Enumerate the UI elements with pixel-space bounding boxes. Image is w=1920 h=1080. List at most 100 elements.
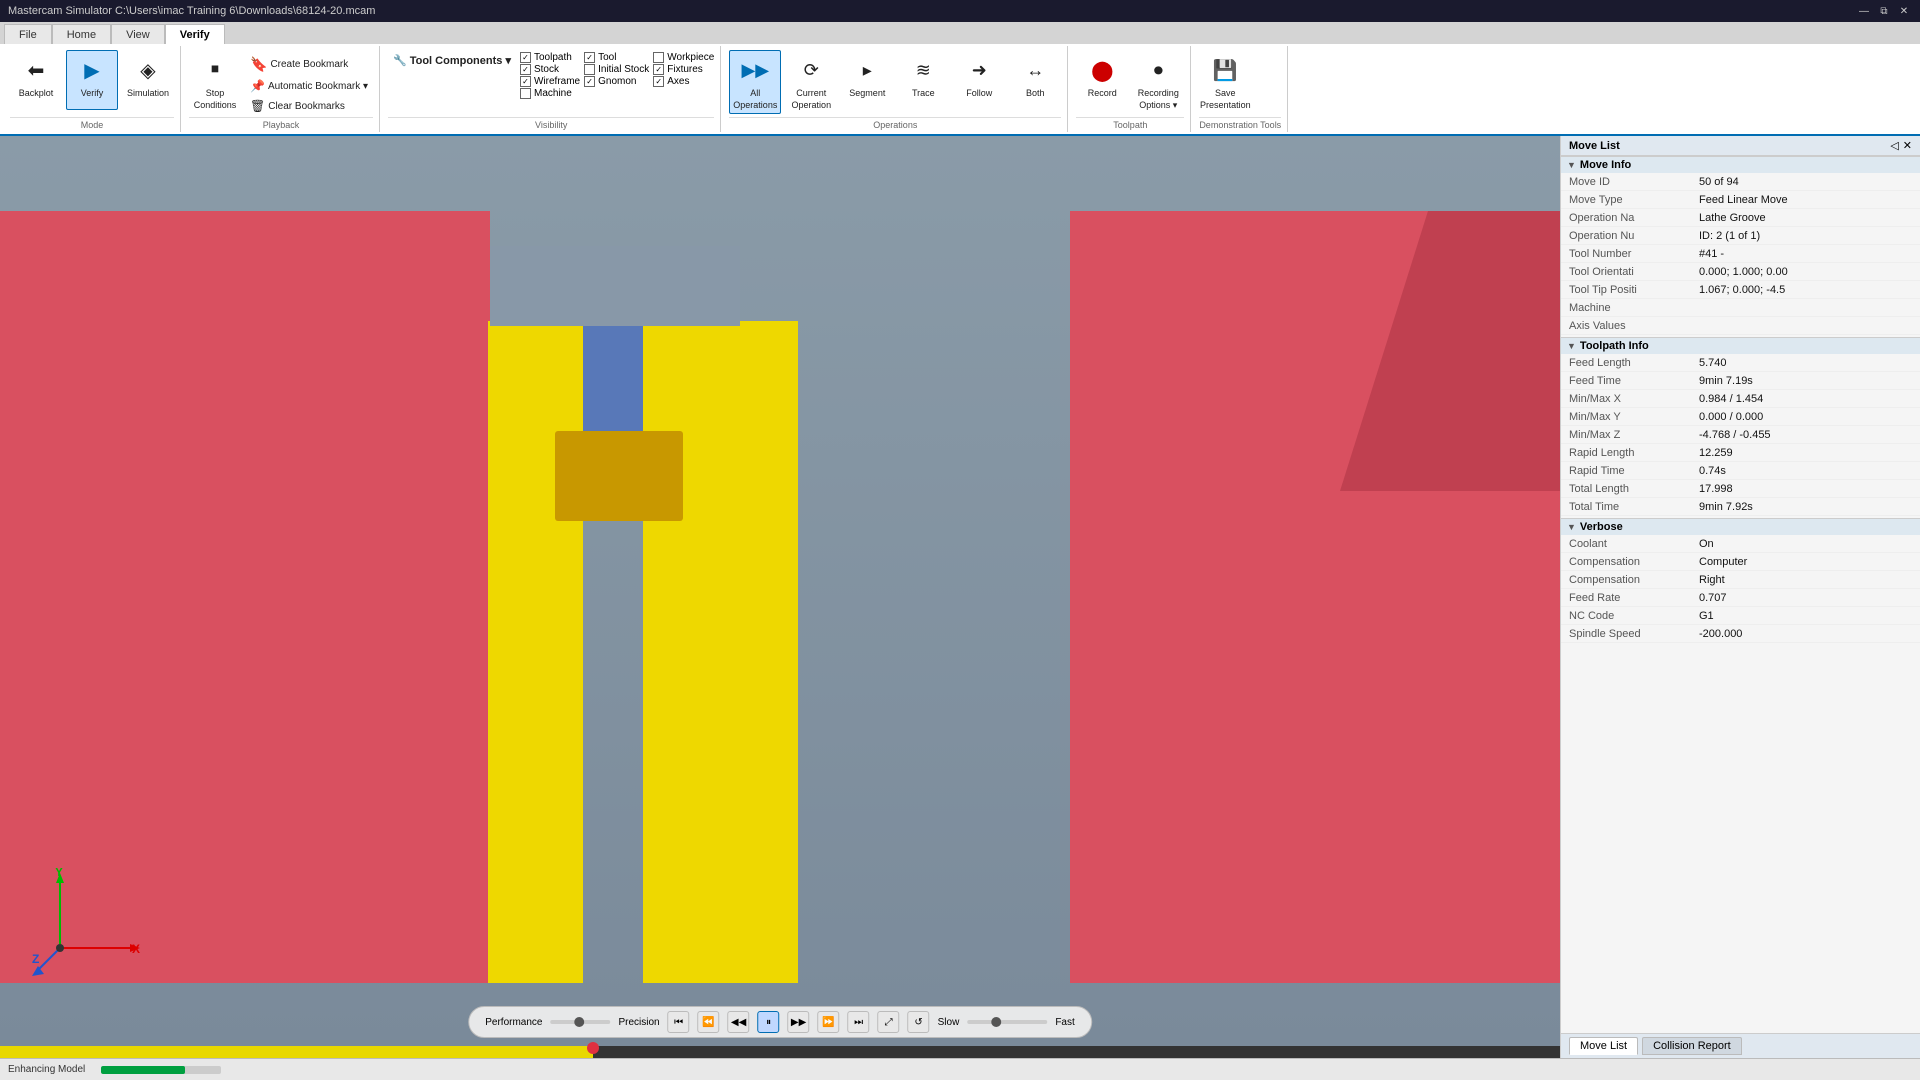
progress-bar-area[interactable] (0, 1046, 1560, 1058)
initial-stock-checkbox[interactable]: Initial Stock (584, 64, 649, 75)
panel-collapse-button[interactable]: ◁ (1890, 139, 1898, 152)
record-icon: ⬤ (1086, 54, 1118, 86)
loop-button[interactable]: ↺ (908, 1011, 930, 1033)
maximize-button[interactable]: ⧉ (1876, 3, 1892, 19)
rewind-start-button[interactable]: ⏪ (698, 1011, 720, 1033)
verify-button[interactable]: ▶ Verify (66, 50, 118, 110)
record-button[interactable]: ⬤ Record (1076, 50, 1128, 110)
playback-group-label: Playback (189, 117, 373, 130)
compensation-type-value: Computer (1699, 556, 1747, 568)
clear-bookmarks-button[interactable]: 🗑 Clear Bookmarks (245, 97, 373, 115)
axes-checkbox[interactable]: Axes (653, 76, 714, 87)
progress-dot[interactable] (587, 1042, 599, 1054)
simulation-button[interactable]: ◈ Simulation (122, 50, 174, 110)
segment-button[interactable]: ▸ Segment (841, 50, 893, 110)
gnomon-checkbox[interactable]: Gnomon (584, 76, 649, 87)
all-operations-button[interactable]: ▶▶ All Operations (729, 50, 781, 114)
rapid-length-value: 12.259 (1699, 447, 1733, 459)
compensation-dir-label: Compensation (1569, 574, 1699, 586)
performance-slider[interactable] (550, 1020, 610, 1024)
current-operation-icon: ⟳ (795, 54, 827, 86)
workpiece-checkbox[interactable]: Workpiece (653, 52, 714, 63)
tool-checkbox[interactable]: Tool (584, 52, 649, 63)
rapid-length-label: Rapid Length (1569, 447, 1699, 459)
tool-number-value: #41 - (1699, 248, 1724, 260)
all-operations-icon: ▶▶ (739, 54, 771, 86)
collision-report-tab[interactable]: Collision Report (1642, 1037, 1742, 1055)
gray-top-block (490, 246, 740, 326)
tab-verify[interactable]: Verify (165, 24, 225, 44)
performance-label: Performance (485, 1017, 542, 1028)
panel-close-button[interactable]: ✕ (1903, 139, 1912, 152)
expand-button[interactable]: ⤢ (878, 1011, 900, 1033)
tool-components-button[interactable]: 🔧 Tool Components ▾ (388, 52, 516, 69)
feed-rate-value: 0.707 (1699, 592, 1727, 604)
move-list-tab[interactable]: Move List (1569, 1037, 1638, 1055)
stock-chk[interactable] (520, 64, 531, 75)
tool-number-label: Tool Number (1569, 248, 1699, 260)
toolpath-info-header[interactable]: ▼ Toolpath Info (1561, 337, 1920, 354)
backplot-button[interactable]: ⬅ Backplot (10, 50, 62, 110)
step-forward-button[interactable]: ▶▶ (788, 1011, 810, 1033)
close-button[interactable]: ✕ (1896, 3, 1912, 19)
create-bookmark-button[interactable]: 🔖 Create Bookmark (245, 54, 373, 75)
automatic-bookmark-button[interactable]: 📌 Automatic Bookmark ▾ (245, 77, 373, 95)
machine-label: Machine (1569, 302, 1699, 314)
toolpath-info-title: Toolpath Info (1580, 340, 1649, 352)
skip-to-end-button[interactable]: ⏭ (848, 1011, 870, 1033)
wireframe-checkbox[interactable]: Wireframe (520, 76, 580, 87)
speed-thumb[interactable] (991, 1017, 1001, 1027)
machine-chk[interactable] (520, 88, 531, 99)
skip-to-start-button[interactable]: ⏮ (668, 1011, 690, 1033)
fixtures-checkbox[interactable]: Fixtures (653, 64, 714, 75)
min-max-z-value: -4.768 / -0.455 (1699, 429, 1771, 441)
feed-time-label: Feed Time (1569, 375, 1699, 387)
pause-play-button[interactable]: ⏸ (758, 1011, 780, 1033)
axes-chk[interactable] (653, 76, 664, 87)
follow-button[interactable]: ➜ Follow (953, 50, 1005, 110)
save-presentation-button[interactable]: 💾 Save Presentation (1199, 50, 1251, 114)
tool-chk[interactable] (584, 52, 595, 63)
move-info-section: ▼ Move Info Move ID 50 of 94 Move Type F… (1561, 156, 1920, 335)
viewport[interactable]: Y X Z Performance (0, 136, 1560, 1058)
toolpath-checkbox[interactable]: Toolpath (520, 52, 580, 63)
move-id-value: 50 of 94 (1699, 176, 1739, 188)
toolpath-chk[interactable] (520, 52, 531, 63)
step-back-button[interactable]: ◀◀ (728, 1011, 750, 1033)
trace-button[interactable]: ≋ Trace (897, 50, 949, 110)
feed-length-label: Feed Length (1569, 357, 1699, 369)
stop-conditions-button[interactable]: ⏹ Stop Conditions (189, 50, 241, 114)
fast-forward-button[interactable]: ⏩ (818, 1011, 840, 1033)
window-controls[interactable]: — ⧉ ✕ (1856, 3, 1912, 19)
wireframe-chk[interactable] (520, 76, 531, 87)
performance-thumb[interactable] (574, 1017, 584, 1027)
recording-options-button[interactable]: ⏺ Recording Options ▾ (1132, 50, 1184, 115)
tab-bar: File Home View Verify (0, 22, 1920, 44)
move-info-header[interactable]: ▼ Move Info (1561, 156, 1920, 173)
machine-row: Machine (1561, 299, 1920, 317)
rapid-length-row: Rapid Length 12.259 (1561, 444, 1920, 462)
minimize-button[interactable]: — (1856, 3, 1872, 19)
both-button[interactable]: ↔ Both (1009, 50, 1061, 110)
toolpath-info-collapse-icon: ▼ (1567, 341, 1576, 351)
min-max-z-row: Min/Max Z -4.768 / -0.455 (1561, 426, 1920, 444)
operations-group-label: Operations (729, 117, 1061, 130)
gnomon-chk[interactable] (584, 76, 595, 87)
workpiece-chk[interactable] (653, 52, 664, 63)
initial-stock-chk[interactable] (584, 64, 595, 75)
min-max-x-row: Min/Max X 0.984 / 1.454 (1561, 390, 1920, 408)
stock-checkbox[interactable]: Stock (520, 64, 580, 75)
tab-file[interactable]: File (4, 24, 52, 44)
tab-home[interactable]: Home (52, 24, 111, 44)
verbose-header[interactable]: ▼ Verbose (1561, 518, 1920, 535)
total-length-label: Total Length (1569, 483, 1699, 495)
panel-controls[interactable]: ◁ ✕ (1890, 139, 1912, 152)
operation-name-value: Lathe Groove (1699, 212, 1766, 224)
machine-checkbox[interactable]: Machine (520, 88, 580, 99)
current-operation-button[interactable]: ⟳ Current Operation (785, 50, 837, 114)
speed-slider[interactable] (967, 1020, 1047, 1024)
compensation-type-label: Compensation (1569, 556, 1699, 568)
playback-ribbon-content: ⏹ Stop Conditions 🔖 Create Bookmark 📌 Au… (189, 48, 373, 115)
tab-view[interactable]: View (111, 24, 165, 44)
fixtures-chk[interactable] (653, 64, 664, 75)
